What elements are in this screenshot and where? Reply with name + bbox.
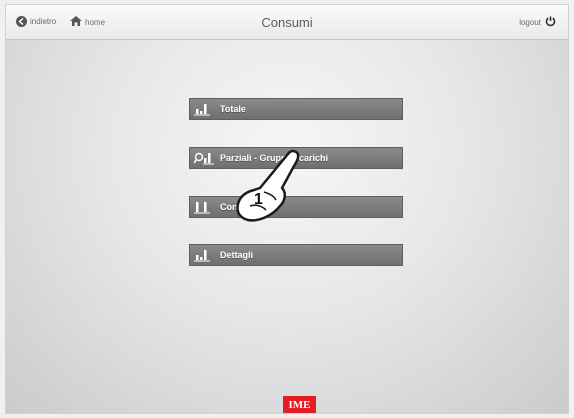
- top-bar: indietro home Consumi logout: [6, 5, 568, 40]
- menu-item-label: Totale: [220, 104, 246, 114]
- menu-item-dettagli[interactable]: Dettagli: [189, 244, 403, 266]
- logout-button[interactable]: logout: [519, 16, 556, 29]
- callout-number: 1: [254, 191, 263, 208]
- power-icon: [545, 16, 556, 29]
- brand-logo: IME: [283, 396, 316, 413]
- compare-chart-icon: [194, 197, 220, 217]
- tap-hand-callout: 1: [234, 148, 302, 233]
- app-screen: indietro home Consumi logout Totale Parz…: [5, 4, 569, 414]
- search-chart-icon: [194, 148, 220, 168]
- bar-chart-icon: [194, 245, 220, 265]
- menu-item-totale[interactable]: Totale: [189, 98, 403, 120]
- bar-chart-icon: [194, 99, 220, 119]
- page-title: Consumi: [261, 15, 313, 30]
- menu-item-label: Dettagli: [220, 250, 254, 260]
- logout-label: logout: [519, 18, 541, 27]
